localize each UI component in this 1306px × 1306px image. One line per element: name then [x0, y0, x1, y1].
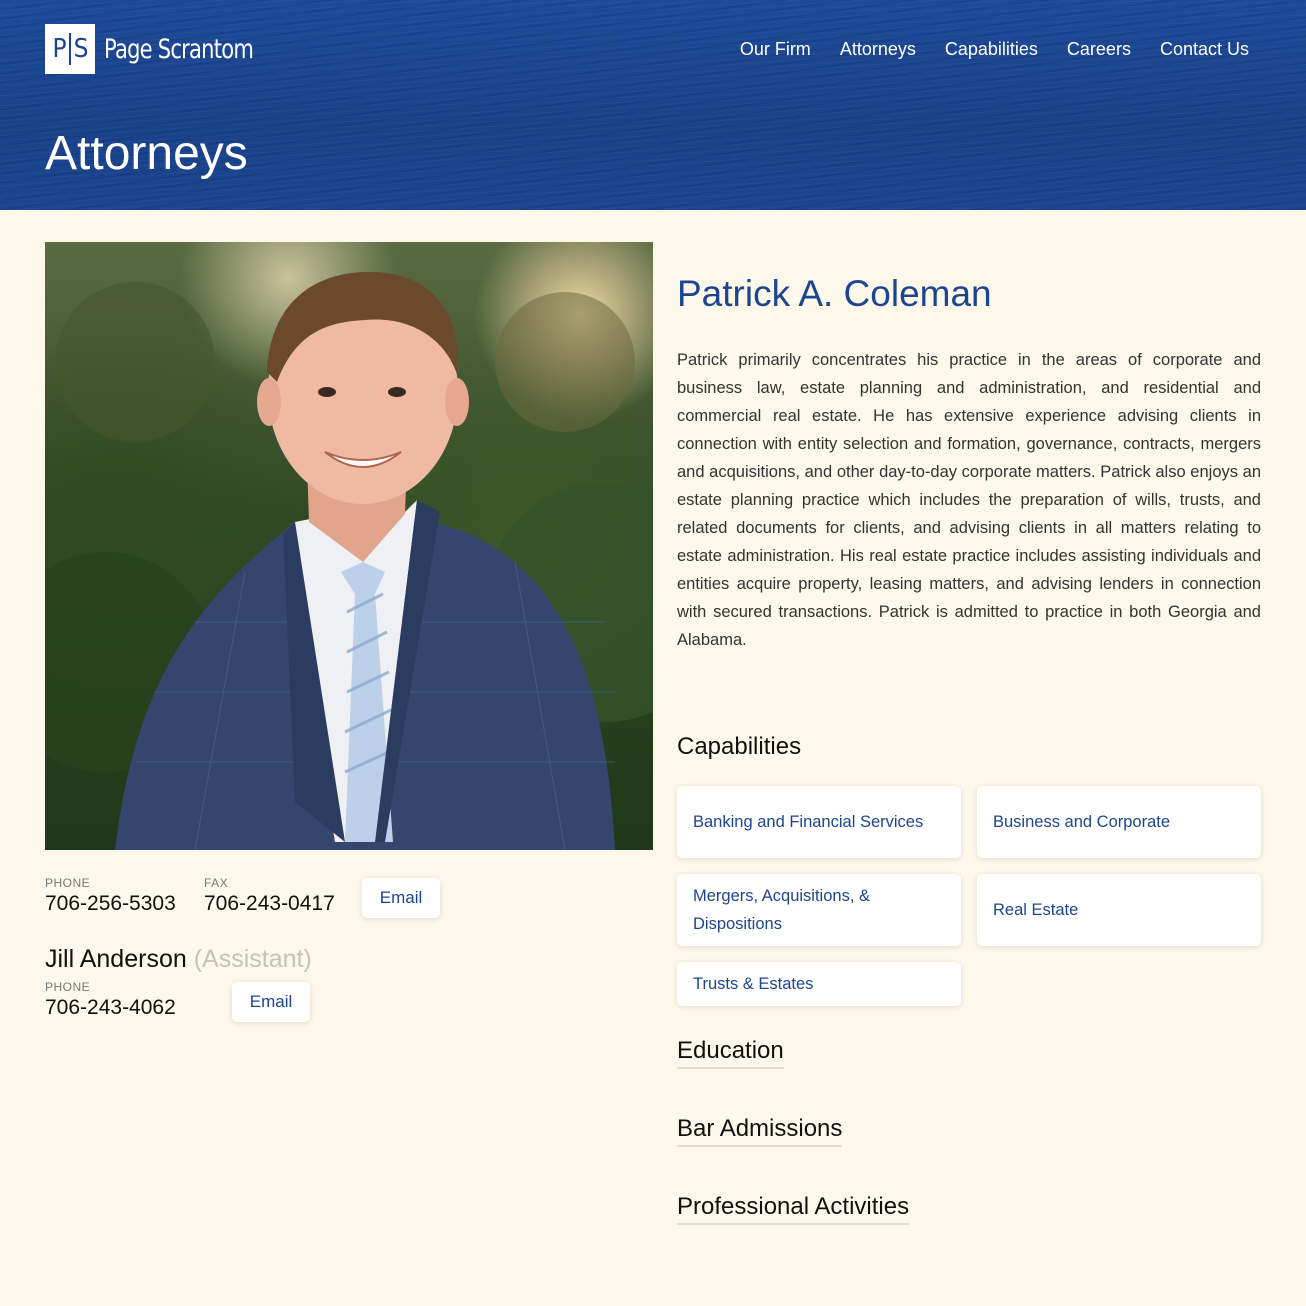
capability-real-estate[interactable]: Real Estate	[977, 874, 1261, 946]
nav-attorneys[interactable]: Attorneys	[840, 36, 916, 62]
capability-banking-financial[interactable]: Banking and Financial Services	[677, 786, 961, 858]
phone-block: PHONE 706-256-5303	[45, 876, 176, 918]
fax-number: 706-243-0417	[204, 892, 335, 915]
assistant-name: Jill Anderson	[45, 945, 187, 973]
logo-mark: PS	[45, 24, 95, 74]
main-nav: Our Firm Attorneys Capabilities Careers …	[740, 36, 1249, 62]
attorney-photo	[45, 242, 653, 850]
capability-mergers-acquisitions[interactable]: Mergers, Acquisitions, & Dispositions	[677, 874, 961, 946]
professional-activities-heading[interactable]: Professional Activities	[677, 1191, 910, 1225]
capabilities-heading: Capabilities	[677, 733, 802, 760]
nav-capabilities[interactable]: Capabilities	[945, 36, 1038, 62]
nav-careers[interactable]: Careers	[1067, 36, 1131, 62]
assistant-heading: Jill Anderson (Assistant)	[45, 942, 312, 976]
fax-label: FAX	[204, 876, 229, 890]
nav-contact-us[interactable]: Contact Us	[1160, 36, 1249, 62]
assistant-phone-label: PHONE	[45, 980, 91, 994]
phone-label: PHONE	[45, 876, 91, 890]
portrait-illustration	[45, 271, 653, 850]
fax-block: FAX 706-243-0417	[204, 876, 335, 918]
logo-letter-s: S	[73, 34, 89, 64]
assistant-phone-number[interactable]: 706-243-4062	[45, 994, 176, 1022]
logo-divider	[68, 33, 71, 65]
assistant-role: (Assistant)	[193, 945, 312, 973]
assistant-phone-block: PHONE 706-243-4062	[45, 980, 176, 1022]
capability-business-corporate[interactable]: Business and Corporate	[977, 786, 1261, 858]
nav-our-firm[interactable]: Our Firm	[740, 36, 811, 62]
page-title: Attorneys	[45, 127, 248, 180]
site-logo[interactable]: PS Page Scrantom	[45, 24, 295, 74]
logo-text: Page Scrantom	[104, 33, 254, 65]
attorney-name: Patrick A. Coleman	[677, 273, 992, 314]
bar-admissions-heading[interactable]: Bar Admissions	[677, 1113, 843, 1147]
assistant-email-button[interactable]: Email	[232, 982, 310, 1022]
phone-number[interactable]: 706-256-5303	[45, 890, 176, 918]
site-header: PS Page Scrantom Our Firm Attorneys Capa…	[0, 0, 1306, 210]
capability-trusts-estates[interactable]: Trusts & Estates	[677, 962, 961, 1006]
attorney-email-button[interactable]: Email	[362, 878, 440, 918]
education-heading[interactable]: Education	[677, 1035, 784, 1069]
logo-letter-p: P	[52, 34, 67, 64]
attorney-bio: Patrick primarily concentrates his pract…	[677, 351, 1261, 649]
